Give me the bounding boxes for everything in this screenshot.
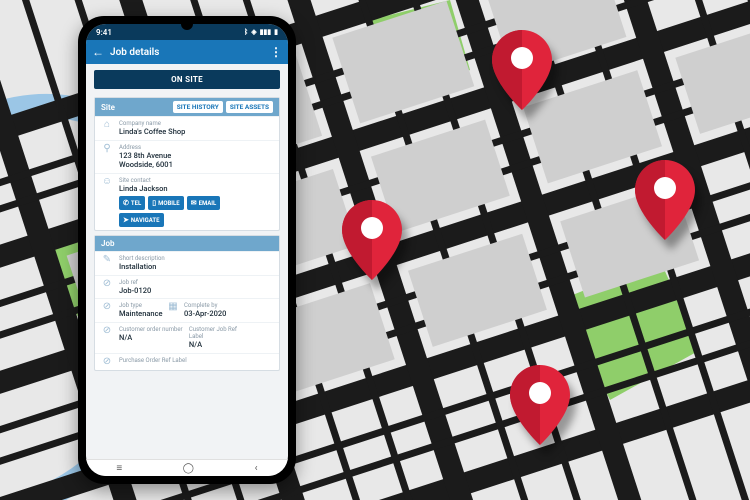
site-panel: Site SITE HISTORY SITE ASSETS ⌂ Company … [94,97,280,231]
signal-icon: ▮▮▮ [260,28,272,36]
desc-value: Installation [119,262,273,271]
navigate-button[interactable]: ➤NAVIGATE [119,213,164,227]
email-button[interactable]: ✉EMAIL [187,196,221,210]
map-pin-icon[interactable] [341,200,403,280]
on-site-button[interactable]: ON SITE [94,70,280,89]
page-title: Job details [110,47,159,58]
cust-ref-label: Customer Job Ref Label [189,326,253,340]
back-icon[interactable]: ← [92,46,104,58]
cust-order-value: N/A [119,333,183,342]
job-header: Job [101,239,114,248]
overflow-menu-icon[interactable]: ⋮ [270,45,282,59]
app-bar: ← Job details ⋮ [86,40,288,64]
phone-frame: 9:41 ᛒ ◈ ▮▮▮ ▮ ← Job details ⋮ ON SITE S… [78,16,296,484]
bluetooth-icon: ᛒ [244,28,248,36]
phone-icon: ✆ [123,199,129,207]
map-pin-icon[interactable] [491,30,553,110]
contact-label: Site contact [119,177,273,184]
company-icon: ⌂ [101,120,113,137]
company-label: Company name [119,120,273,127]
android-nav-bar: ≡ ◯ ‹ [86,459,288,476]
battery-icon: ▮ [274,28,278,36]
email-icon: ✉ [191,199,197,207]
tag-icon: ⊘ [101,302,113,319]
home-button[interactable]: ◯ [183,463,194,474]
address-line1: 123 8th Avenue [119,151,273,160]
map-pin-icon[interactable] [634,160,696,240]
complete-value: 03-Apr-2020 [184,309,227,318]
navigate-icon: ➤ [123,216,129,224]
job-panel: Job ✎ Short description Installation ⊘ J… [94,235,280,370]
recent-apps-button[interactable]: ≡ [116,463,122,474]
po-ref-label: Purchase Order Ref Label [119,357,273,364]
company-value: Linda's Coffee Shop [119,127,273,136]
wifi-icon: ◈ [251,28,256,36]
status-time: 9:41 [96,28,112,37]
site-assets-button[interactable]: SITE ASSETS [226,101,273,113]
map-pin-icon[interactable] [509,365,571,445]
tel-button[interactable]: ✆TEL [119,196,145,210]
cust-order-label: Customer order number [119,326,183,333]
complete-label: Complete by [184,302,227,309]
contact-value: Linda Jackson [119,184,273,193]
tag-icon: ⊘ [101,279,113,296]
address-icon: ⚲ [101,144,113,170]
site-header: Site [101,103,115,112]
site-history-button[interactable]: SITE HISTORY [173,101,223,113]
tag-icon: ⊘ [101,357,113,367]
mobile-icon: ▯ [152,199,156,207]
contact-icon: ☺ [101,177,113,228]
type-value: Maintenance [119,309,162,318]
desc-label: Short description [119,255,273,262]
calendar-icon: ▦ [168,302,178,319]
back-button[interactable]: ‹ [255,463,258,474]
phone-screen: 9:41 ᛒ ◈ ▮▮▮ ▮ ← Job details ⋮ ON SITE S… [86,24,288,476]
address-line2: Woodside, 6001 [119,160,273,169]
ref-value: Job-0120 [119,286,273,295]
cust-ref-value: N/A [189,340,253,349]
ref-label: Job ref [119,279,273,286]
description-icon: ✎ [101,255,113,272]
status-icons: ᛒ ◈ ▮▮▮ ▮ [244,28,278,36]
tag-icon: ⊘ [101,326,113,350]
type-label: Job type [119,302,162,309]
mobile-button[interactable]: ▯MOBILE [148,196,183,210]
address-label: Address [119,144,273,151]
